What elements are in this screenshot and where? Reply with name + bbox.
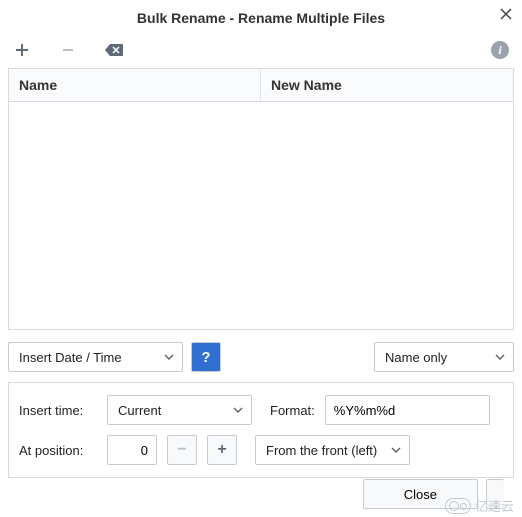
rename-mode-select[interactable]: Insert Date / Time (8, 342, 183, 372)
column-new-name[interactable]: New Name (261, 69, 513, 101)
options-panel: Insert time: Current Format: At position… (8, 382, 514, 478)
add-file-button[interactable] (12, 40, 32, 60)
window-title: Bulk Rename - Rename Multiple Files (137, 10, 385, 26)
info-icon: i (491, 41, 509, 59)
format-label: Format: (270, 403, 315, 418)
toolbar: i (0, 36, 522, 68)
help-button[interactable]: ? (191, 342, 221, 372)
insert-time-select[interactable]: Current (107, 395, 252, 425)
chevron-down-icon (164, 354, 174, 360)
footer: Close (363, 479, 504, 509)
column-name[interactable]: Name (9, 69, 261, 101)
info-button[interactable]: i (490, 40, 510, 60)
position-label: At position: (19, 443, 97, 458)
insert-time-label: Insert time: (19, 403, 97, 418)
scope-select[interactable]: Name only (374, 342, 514, 372)
table-header: Name New Name (9, 69, 513, 102)
title-bar: Bulk Rename - Rename Multiple Files (0, 0, 522, 36)
position-increment-button[interactable]: + (207, 435, 237, 465)
remove-file-button[interactable] (58, 40, 78, 60)
file-table: Name New Name (8, 68, 514, 330)
direction-select[interactable]: From the front (left) (255, 435, 410, 465)
chevron-down-icon (391, 447, 401, 453)
chevron-down-icon (233, 407, 243, 413)
rename-button[interactable] (486, 479, 504, 509)
close-button[interactable]: Close (363, 479, 478, 509)
position-input[interactable] (107, 435, 157, 465)
mode-row: Insert Date / Time ? Name only (0, 330, 522, 380)
close-icon[interactable] (500, 8, 512, 20)
clear-all-button[interactable] (104, 40, 124, 60)
format-input[interactable] (325, 395, 490, 425)
position-decrement-button[interactable]: − (167, 435, 197, 465)
chevron-down-icon (495, 354, 505, 360)
